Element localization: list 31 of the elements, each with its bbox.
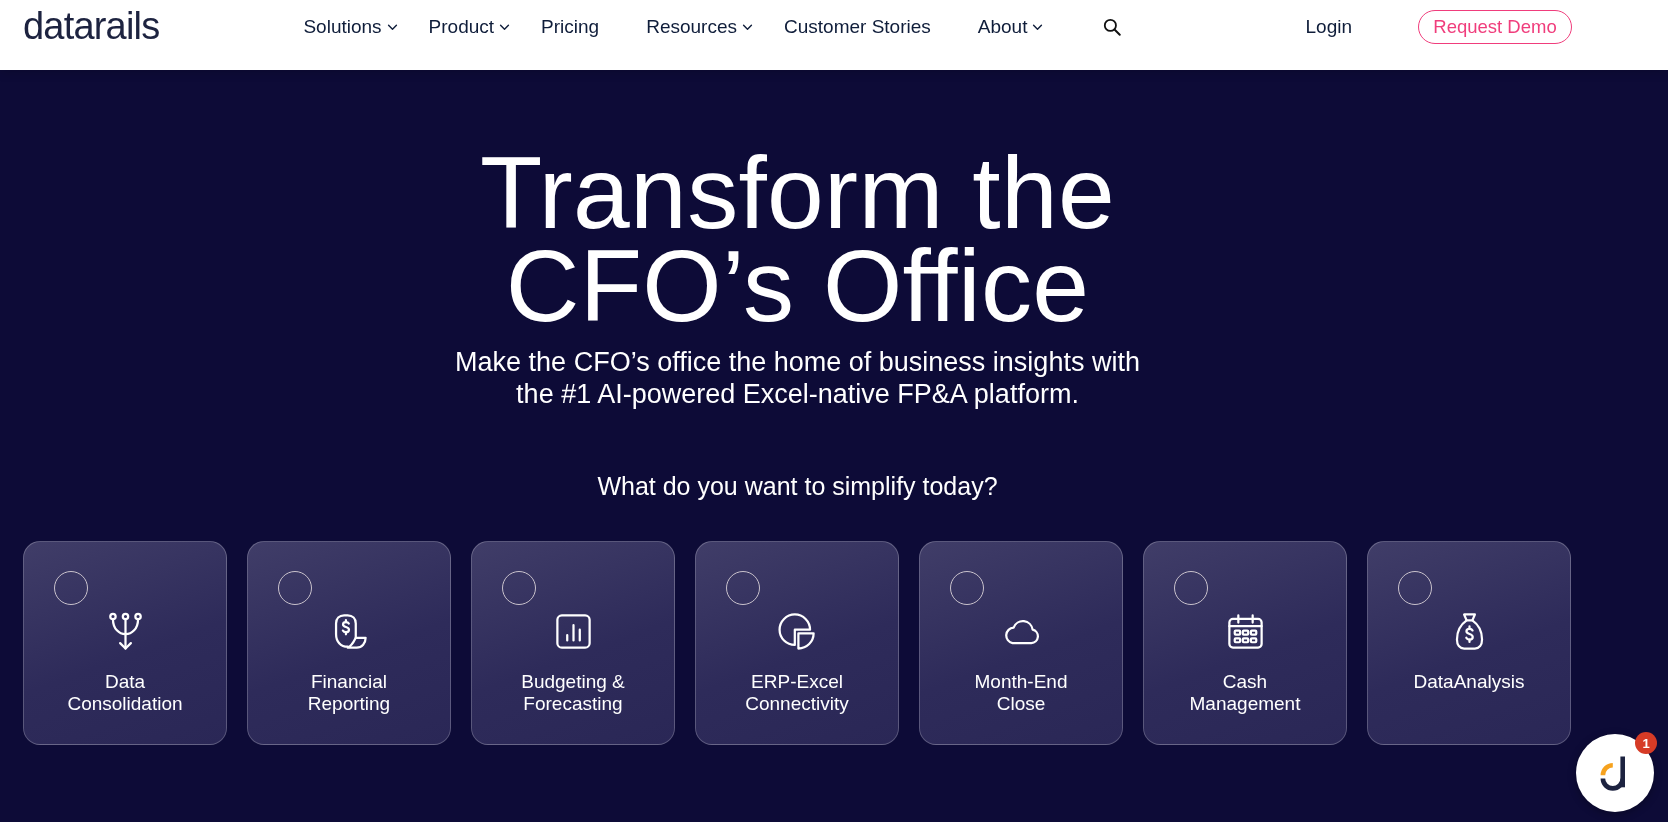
- datarails-logo[interactable]: datarails: [23, 7, 160, 45]
- hero-title: Transform the CFO’s Office: [479, 147, 1116, 333]
- chevron-down-icon: [499, 23, 511, 31]
- request-demo-button[interactable]: Request Demo: [1418, 10, 1572, 44]
- nav-link[interactable]: Product: [428, 16, 511, 38]
- nav-link[interactable]: Customer Stories: [784, 16, 947, 38]
- option-label: ERP-Excel Connectivity: [744, 671, 850, 715]
- option-label: Budgeting & Forecasting: [520, 671, 626, 715]
- option-label: Financial Reporting: [306, 671, 392, 715]
- option-card[interactable]: Cash Management: [1143, 541, 1347, 745]
- question-heading: What do you want to simplify today?: [597, 471, 998, 502]
- nav-link[interactable]: Resources: [646, 16, 753, 38]
- option-card[interactable]: Data Consolidation: [23, 541, 227, 745]
- nav-link[interactable]: About: [977, 16, 1044, 38]
- option-label: Month-End Close: [973, 671, 1069, 715]
- hero-subtitle: Make the CFO’s office the home of business insights with the #1 AI-powered Excel-native FP&A platform.: [454, 346, 1141, 410]
- nav-link[interactable]: Solutions: [303, 16, 398, 38]
- option-card[interactable]: Financial Reporting: [247, 541, 451, 745]
- chevron-down-icon: [386, 23, 398, 31]
- option-label: DataAnalysis: [1413, 671, 1525, 693]
- nav-link[interactable]: Pricing: [541, 16, 616, 38]
- option-label: Cash Management: [1188, 671, 1302, 715]
- option-card[interactable]: DataAnalysis: [1367, 541, 1571, 745]
- chevron-down-icon: [742, 23, 753, 31]
- search-icon[interactable]: [1103, 18, 1122, 36]
- login-link[interactable]: Login: [1305, 16, 1352, 38]
- chevron-down-icon: [1032, 23, 1044, 31]
- option-card[interactable]: Budgeting & Forecasting: [471, 541, 675, 745]
- option-card[interactable]: Month-End Close: [919, 541, 1123, 745]
- option-label: Data Consolidation: [66, 671, 184, 715]
- option-card[interactable]: ERP-Excel Connectivity: [695, 541, 899, 745]
